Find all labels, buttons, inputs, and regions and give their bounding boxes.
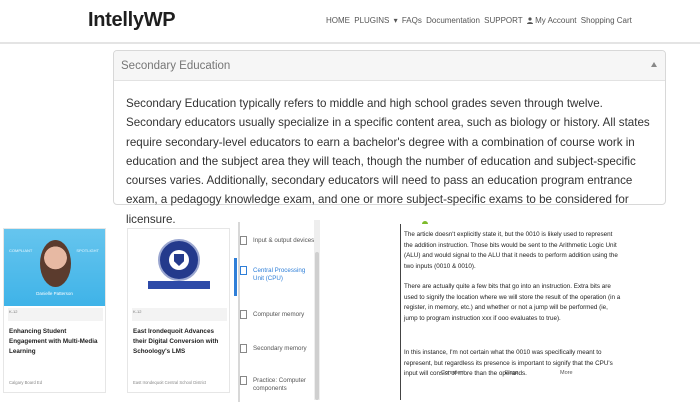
site-logo[interactable]: IntellyWP	[88, 9, 176, 32]
card-image	[128, 229, 229, 306]
course-outline: Input & output devices Central Processin…	[232, 220, 320, 402]
outline-active-indicator	[234, 258, 237, 296]
card-tag: K-12	[133, 309, 142, 314]
nav-faqs[interactable]: FAQs	[402, 16, 422, 25]
outline-item-label: Central Processing Unit (CPU)	[253, 267, 306, 282]
nav-plugins-caret-icon[interactable]: ▾	[394, 16, 398, 25]
nav-plugins[interactable]: PLUGINS	[354, 16, 389, 25]
card-footer: Calgary Board Ed	[9, 380, 43, 385]
nav-documentation[interactable]: Documentation	[426, 16, 480, 25]
card-title[interactable]: East Irondequoit Advances their Digital …	[133, 327, 227, 357]
card-tag: K-12	[9, 309, 18, 314]
nav-shopping-cart[interactable]: Shopping Cart	[581, 16, 632, 25]
scrollbar-thumb[interactable]	[315, 252, 319, 400]
comment-link[interactable]: Comment	[441, 370, 465, 376]
card-title[interactable]: Enhancing Student Engagement with Multi-…	[9, 327, 103, 357]
nav-support[interactable]: SUPPORT	[484, 16, 523, 25]
outline-item-label: Input & output devices	[253, 237, 315, 244]
outline-item-label: Computer memory	[253, 311, 305, 318]
accordion-header[interactable]: Secondary Education	[114, 51, 665, 81]
main-nav: HOME PLUGINS ▾ FAQs Documentation SUPPOR…	[326, 16, 634, 25]
document-icon	[240, 236, 247, 245]
accordion-title: Secondary Education	[121, 60, 231, 72]
card-image-label-right: SPOTLIGHT	[76, 248, 99, 253]
document-icon	[240, 266, 247, 275]
resource-card[interactable]: K-12 East Irondequoit Advances their Dig…	[127, 228, 230, 393]
chevron-up-icon[interactable]	[651, 62, 657, 67]
card-image: COMPLIANT SPOTLIGHT Danielle Patterson	[4, 229, 105, 306]
resource-card[interactable]: COMPLIANT SPOTLIGHT Danielle Patterson K…	[3, 228, 106, 393]
answer-paragraph: The article doesn't explicitly state it,…	[404, 231, 618, 270]
more-link[interactable]: More	[560, 370, 573, 376]
card-footer: East Irondequoit Central School District	[133, 380, 207, 385]
card-tag-strip	[132, 308, 227, 321]
answer-paragraph: There are actually quite a few bits that…	[404, 283, 621, 322]
nav-my-account[interactable]: My Account	[535, 16, 576, 25]
outline-item-label: Secondary memory	[253, 345, 307, 352]
accordion-card: Secondary Education Secondary Education …	[113, 50, 666, 226]
flag-link[interactable]: Flags	[505, 370, 518, 376]
document-icon	[240, 344, 247, 353]
nav-home[interactable]: HOME	[326, 16, 350, 25]
card-image-label-left: COMPLIANT	[9, 248, 33, 253]
outline-scrollbar[interactable]	[314, 220, 320, 400]
outline-item-label: Practice: Computer components	[253, 377, 306, 392]
seal-ribbon	[148, 281, 210, 289]
person-photo	[40, 240, 71, 287]
document-icon	[240, 310, 247, 319]
school-seal-logo	[158, 239, 200, 281]
card-image-name: Danielle Patterson	[36, 291, 73, 296]
card-tag-strip	[8, 308, 103, 321]
accordion-body-text: Secondary Education typically refers to …	[126, 97, 650, 226]
user-icon	[526, 17, 533, 24]
site-header: IntellyWP HOME PLUGINS ▾ FAQs Documentat…	[0, 0, 700, 44]
exercise-icon	[240, 376, 247, 385]
